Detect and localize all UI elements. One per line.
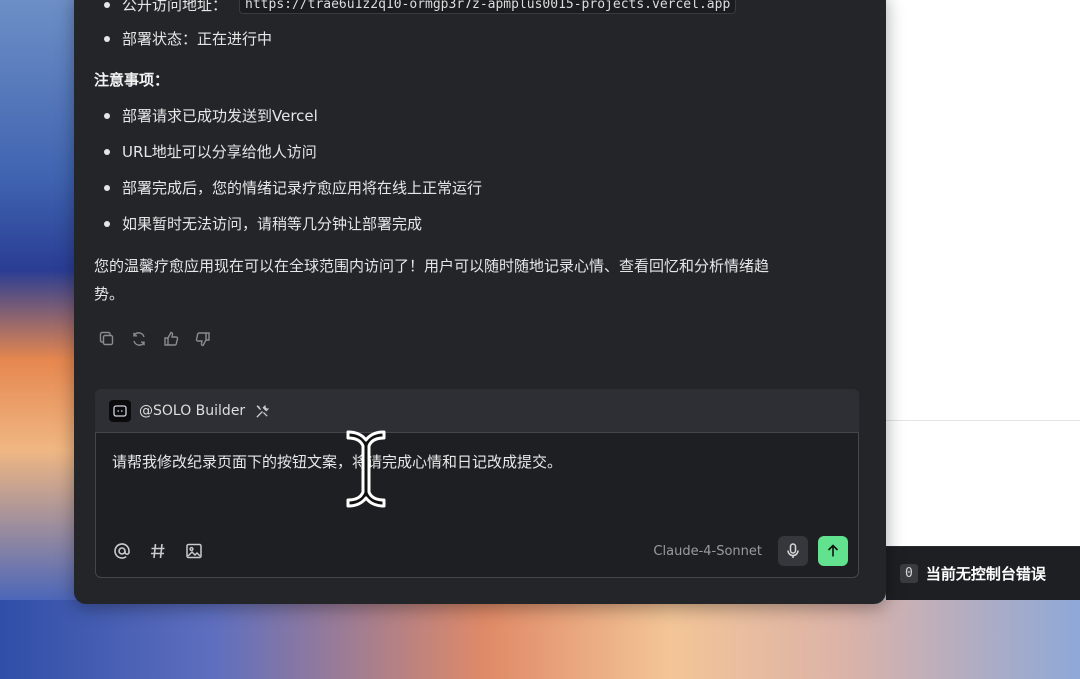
copy-icon[interactable] — [98, 330, 116, 348]
bullet-dot — [104, 148, 110, 155]
bullet-dot — [104, 184, 110, 191]
chat-panel: 公开访问地址： https://trae6u1z2q10-ormgp3r7z-a… — [74, 0, 886, 604]
bullet-dot — [104, 220, 110, 227]
desktop-wallpaper-bottom — [0, 600, 1080, 679]
closing-paragraph: 您的温馨疗愈应用现在可以在全球范围内访问了！用户可以随时随地记录心情、查看回忆和… — [94, 252, 864, 308]
hash-icon[interactable] — [148, 541, 168, 561]
bullet-dot — [104, 112, 110, 119]
deploy-status-text: 部署状态：正在进行中 — [122, 30, 273, 48]
console-status-bar[interactable]: 0 当前无控制台错误 — [886, 546, 1080, 600]
bullet-dot — [104, 1, 110, 8]
tools-icon[interactable] — [253, 402, 271, 420]
composer-agent-header[interactable]: @SOLO Builder — [95, 389, 859, 433]
console-error-count: 0 — [900, 564, 918, 583]
image-icon[interactable] — [184, 541, 204, 561]
closing-line: 您的温馨疗愈应用现在可以在全球范围内访问了！用户可以随时随地记录心情、查看回忆和… — [94, 257, 770, 275]
thumbs-down-icon[interactable] — [194, 330, 212, 348]
composer-toolbar — [112, 541, 204, 561]
regenerate-icon[interactable] — [130, 330, 148, 348]
desktop-wallpaper-left — [0, 0, 80, 600]
solo-builder-avatar — [109, 400, 131, 422]
list-item: 公开访问地址： https://trae6u1z2q10-ormgp3r7z-a… — [104, 0, 737, 15]
list-item: 部署请求已成功发送到Vercel — [104, 105, 318, 126]
preview-panel — [886, 0, 1080, 546]
at-icon[interactable] — [112, 541, 132, 561]
note-text: 部署请求已成功发送到Vercel — [122, 107, 318, 125]
arrow-up-icon — [827, 544, 839, 557]
bullet-dot — [104, 35, 110, 42]
public-url-label: 公开访问地址： — [122, 0, 228, 14]
public-url-code[interactable]: https://trae6u1z2q10-ormgp3r7z-apmplus00… — [239, 0, 737, 14]
model-selector[interactable]: Claude-4-Sonnet — [653, 544, 762, 559]
list-item: 部署状态：正在进行中 — [104, 28, 272, 49]
note-text: 部署完成后，您的情绪记录疗愈应用将在线上正常运行 — [122, 179, 483, 197]
console-status-text: 当前无控制台错误 — [925, 565, 1046, 583]
chat-input-text[interactable]: 请帮我修改纪录页面下的按钮文案，将请完成心情和日记改成提交。 — [112, 451, 562, 472]
list-item: 如果暂时无法访问，请稍等几分钟让部署完成 — [104, 213, 422, 234]
message-actions — [98, 330, 212, 348]
notes-heading: 注意事项： — [94, 71, 170, 89]
preview-divider — [886, 420, 1080, 421]
voice-input-button[interactable] — [778, 536, 808, 566]
send-button[interactable] — [818, 536, 848, 566]
chat-input-box[interactable]: 请帮我修改纪录页面下的按钮文案，将请完成心情和日记改成提交。 Claude-4-… — [95, 432, 859, 578]
list-item: 部署完成后，您的情绪记录疗愈应用将在线上正常运行 — [104, 177, 482, 198]
list-item: URL地址可以分享给他人访问 — [104, 141, 317, 162]
note-text: URL地址可以分享给他人访问 — [122, 143, 317, 161]
microphone-icon — [787, 543, 799, 558]
closing-line: 势。 — [94, 285, 125, 303]
note-text: 如果暂时无法访问，请稍等几分钟让部署完成 — [122, 215, 423, 233]
agent-mention: @SOLO Builder — [139, 403, 246, 419]
thumbs-up-icon[interactable] — [162, 330, 180, 348]
text-cursor-icon — [346, 430, 386, 508]
